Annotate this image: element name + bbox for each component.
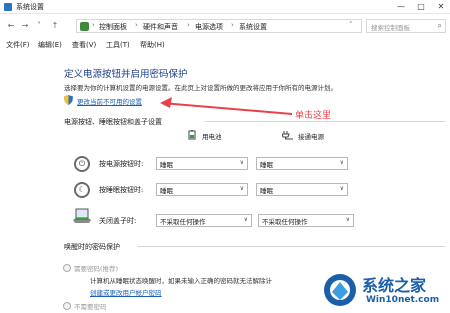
chevron-down-icon: ∨: [239, 159, 244, 166]
chevron-right-icon: ›: [92, 21, 95, 29]
plugged-in-column-header: 接通电源: [298, 133, 324, 141]
chevron-right-icon: ›: [187, 21, 190, 29]
menu-file[interactable]: 文件(F): [6, 40, 30, 50]
menu-view[interactable]: 查看(V): [72, 40, 96, 50]
power-button-plugged-select[interactable]: 睡眠 ∨: [256, 157, 348, 170]
power-buttons-section-title: 电源按钮、睡眠按钮和盖子设置: [64, 118, 162, 126]
search-icon[interactable]: ⌕: [438, 21, 442, 31]
chevron-down-icon: ∨: [243, 216, 248, 223]
breadcrumb-hardware-sound[interactable]: 硬件和声音: [143, 22, 178, 32]
uac-shield-icon: [64, 95, 73, 105]
chevron-down-icon: ∨: [339, 159, 344, 166]
chevron-down-icon: ∨: [239, 185, 244, 192]
address-bar: ← → ˅ ↑ › 控制面板 › 硬件和声音 › 电源选项 › 系统设置 ˅ 搜…: [0, 16, 450, 36]
page-title: 定义电源按钮并启用密码保护: [64, 69, 188, 80]
section-divider: [138, 246, 445, 247]
watermark: 系统之家 Win10net.com: [322, 262, 450, 313]
require-password-label: 需要密码(推荐): [74, 265, 119, 273]
require-password-description: 计算机从睡眠状态唤醒时，如果未输入正确的密码就无法解除计: [90, 277, 272, 285]
select-value: 不采取任何操作: [160, 218, 206, 226]
select-value: 睡眠: [260, 187, 273, 195]
power-plug-icon: [282, 131, 293, 140]
no-password-label: 不需要密码: [74, 303, 107, 311]
select-value: 睡眠: [160, 161, 173, 169]
search-input[interactable]: 搜索控制面板 ⌕: [366, 19, 446, 33]
chevron-down-icon: ∨: [345, 216, 350, 223]
breadcrumb[interactable]: › 控制面板 › 硬件和声音 › 电源选项 › 系统设置 ˅: [76, 19, 362, 33]
require-password-radio[interactable]: [63, 264, 71, 272]
callout-arrow: [160, 97, 293, 115]
chevron-down-icon[interactable]: ˅: [349, 21, 353, 29]
window-title: 系统设置: [16, 3, 44, 11]
control-panel-icon: [4, 3, 12, 11]
breadcrumb-control-panel[interactable]: 控制面板: [99, 22, 127, 32]
create-password-link[interactable]: 创建或更改用户帐户密码: [90, 287, 162, 297]
chevron-right-icon: ›: [231, 21, 234, 29]
site-logo-icon: [324, 274, 356, 306]
callout-label: 单击这里: [295, 111, 332, 121]
watermark-url: Win10net.com: [366, 295, 440, 305]
control-panel-icon: [80, 22, 89, 31]
menu-bar: 文件(F) 编辑(E) 查看(V) 工具(T) 帮助(H): [0, 38, 450, 51]
power-button-battery-select[interactable]: 睡眠 ∨: [156, 157, 248, 170]
sleep-button-plugged-select[interactable]: 睡眠 ∨: [256, 183, 348, 196]
close-lid-plugged-select[interactable]: 不采取任何操作 ∨: [258, 214, 354, 227]
password-section-title: 唤醒时的密码保护: [64, 243, 120, 251]
battery-column-header: 用电池: [202, 133, 222, 141]
watermark-text: 系统之家: [362, 276, 427, 295]
menu-tools[interactable]: 工具(T): [106, 40, 130, 50]
laptop-lid-icon: [73, 208, 91, 223]
close-lid-battery-select[interactable]: 不采取任何操作 ∨: [156, 214, 252, 227]
sleep-button-icon: ☾: [74, 182, 90, 198]
back-arrow-icon[interactable]: ←: [6, 20, 16, 32]
select-value: 睡眠: [160, 187, 173, 195]
battery-icon: [188, 130, 196, 140]
page-description: 选择要为你的计算机设置的电源设置。在此页上对设置所做的更改将应用于你所有的电源计…: [64, 84, 337, 92]
no-password-radio[interactable]: [63, 302, 71, 310]
breadcrumb-system-settings[interactable]: 系统设置: [239, 22, 267, 32]
search-placeholder: 搜索控制面板: [371, 24, 410, 32]
close-lid-label: 关闭盖子时:: [99, 217, 137, 225]
select-value: 睡眠: [260, 161, 273, 169]
menu-help[interactable]: 帮助(H): [140, 40, 165, 50]
forward-arrow-icon[interactable]: →: [20, 20, 30, 32]
sleep-button-label: 按睡眠按钮时:: [99, 186, 144, 194]
maximize-button[interactable]: □: [412, 0, 430, 14]
close-button[interactable]: ✕: [432, 0, 450, 14]
section-divider: [205, 121, 445, 122]
recent-dropdown-icon[interactable]: ˅: [34, 20, 44, 32]
chevron-down-icon: ∨: [339, 185, 344, 192]
up-arrow-icon[interactable]: ↑: [50, 20, 60, 32]
sleep-button-battery-select[interactable]: 睡眠 ∨: [156, 183, 248, 196]
menu-edit[interactable]: 编辑(E): [38, 40, 62, 50]
minimize-button[interactable]: —: [392, 0, 410, 14]
breadcrumb-power-options[interactable]: 电源选项: [195, 22, 223, 32]
change-unavailable-settings-link[interactable]: 更改当前不可用的设置: [77, 96, 142, 106]
chevron-right-icon: ›: [135, 21, 138, 29]
power-button-icon: ⏻: [74, 156, 90, 172]
power-button-label: 按电源按钮时:: [99, 160, 144, 168]
select-value: 不采取任何操作: [262, 218, 308, 226]
title-bar: 系统设置 — □ ✕: [0, 0, 450, 14]
